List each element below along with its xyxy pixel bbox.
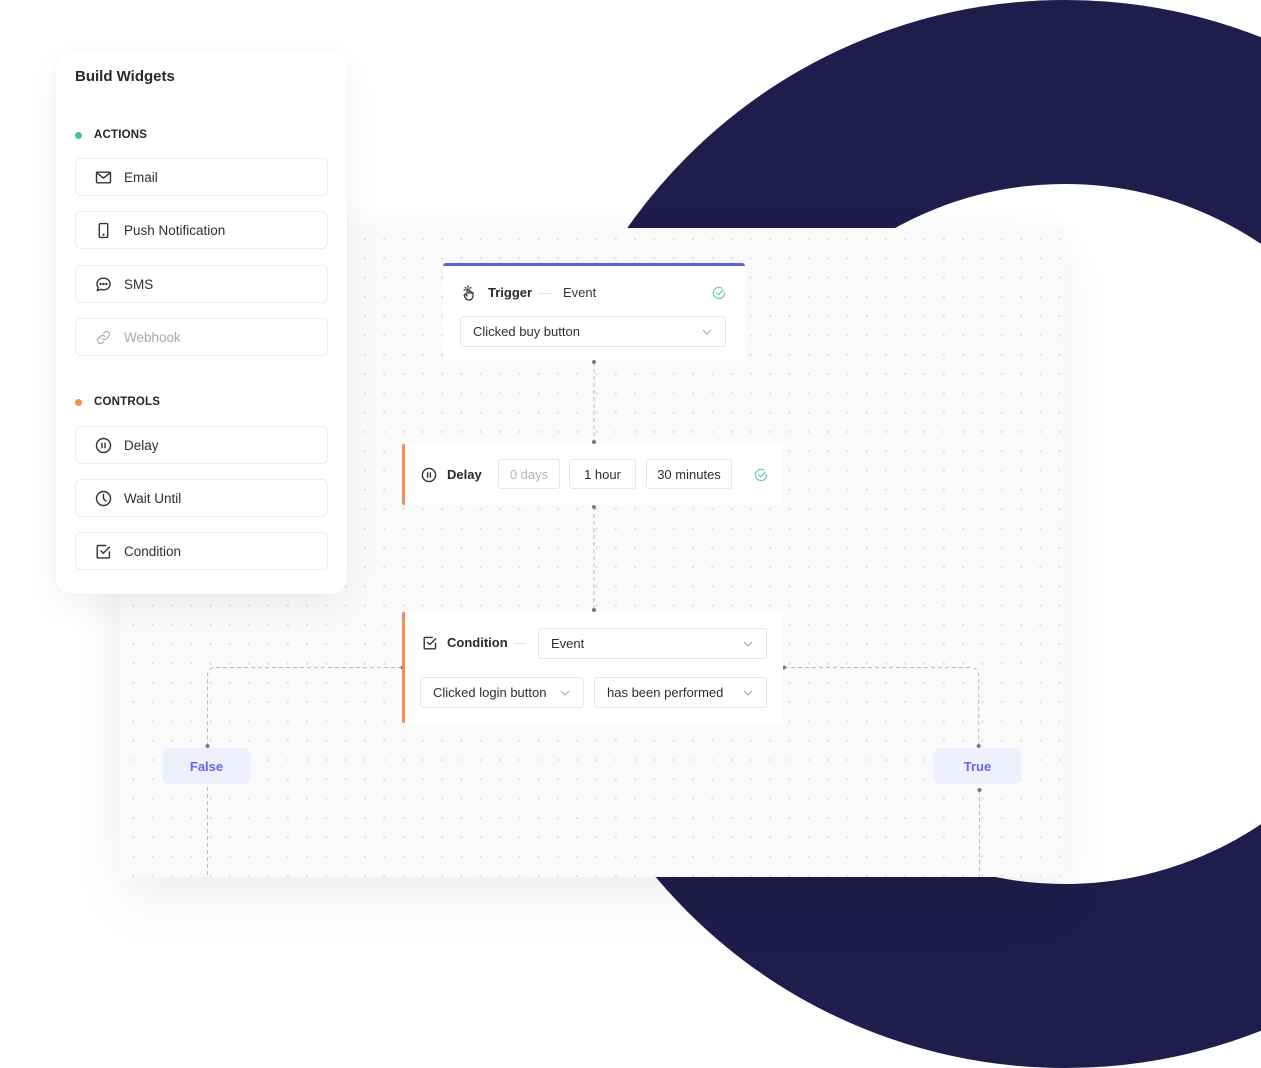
envelope-icon [95,169,112,186]
condition-operator-select[interactable]: has been performed [594,677,767,708]
trigger-event-select[interactable]: Clicked buy button [460,316,726,347]
widget-label: Webhook [124,329,181,345]
condition-node[interactable]: Condition Event Clicked login button has… [402,612,783,723]
condition-type-select[interactable]: Event [538,628,767,659]
clock-icon [95,490,112,507]
panel-title: Build Widgets [75,68,175,85]
section-label: CONTROLS [94,396,161,408]
widget-wait-until[interactable]: Wait Until [75,479,328,517]
widget-label: Push Notification [124,222,226,238]
build-widgets-panel: Build Widgets ACTIONS Email Push Notific… [56,52,347,594]
trigger-title: Trigger [488,285,533,300]
checkbox-icon [95,543,112,560]
pause-circle-icon [95,437,112,454]
widget-label: Wait Until [124,490,182,506]
link-icon [95,329,112,346]
mobile-phone-icon [95,222,112,239]
condition-event-value: Clicked login button [433,685,547,700]
delay-hours-input[interactable] [569,459,636,489]
status-dot [75,398,82,406]
widget-label: Delay [124,437,159,453]
pause-circle-icon [421,467,437,483]
widget-webhook[interactable]: Webhook [75,318,328,356]
condition-type-value: Event [551,636,585,651]
trigger-node[interactable]: Trigger Event Clicked buy button [443,263,745,360]
chat-bubble-icon [95,276,112,293]
delay-node[interactable]: Delay [402,444,783,505]
true-branch-node[interactable]: True [933,748,1022,784]
chevron-down-icon [743,641,753,647]
trigger-type: Event [563,285,597,300]
chevron-down-icon [560,690,570,696]
check-circle-icon [754,468,768,482]
false-branch-node[interactable]: False [162,748,251,784]
widget-delay[interactable]: Delay [75,426,328,464]
widget-condition[interactable]: Condition [75,532,328,570]
checkbox-icon [422,635,438,651]
section-header-controls: CONTROLS [75,395,160,409]
chevron-down-icon [702,329,712,335]
widget-label: Email [124,169,158,185]
status-dot [75,131,82,139]
widget-email[interactable]: Email [75,158,328,196]
chevron-down-icon [743,690,753,696]
widget-label: SMS [124,276,154,292]
section-header-actions: ACTIONS [75,128,147,142]
check-circle-icon [712,286,726,300]
hand-pointer-icon [461,285,477,301]
widget-push-notification[interactable]: Push Notification [75,211,328,249]
condition-operator-value: has been performed [607,685,724,700]
separator-line [514,643,526,644]
delay-minutes-input[interactable] [646,459,732,489]
condition-event-select[interactable]: Clicked login button [420,677,584,708]
widget-sms[interactable]: SMS [75,265,328,303]
delay-title: Delay [447,467,482,482]
condition-title: Condition [447,635,508,650]
widget-label: Condition [124,543,182,559]
section-label: ACTIONS [94,129,148,141]
delay-days-input[interactable] [498,459,560,489]
separator-line [538,293,551,294]
trigger-event-value: Clicked buy button [473,324,580,339]
